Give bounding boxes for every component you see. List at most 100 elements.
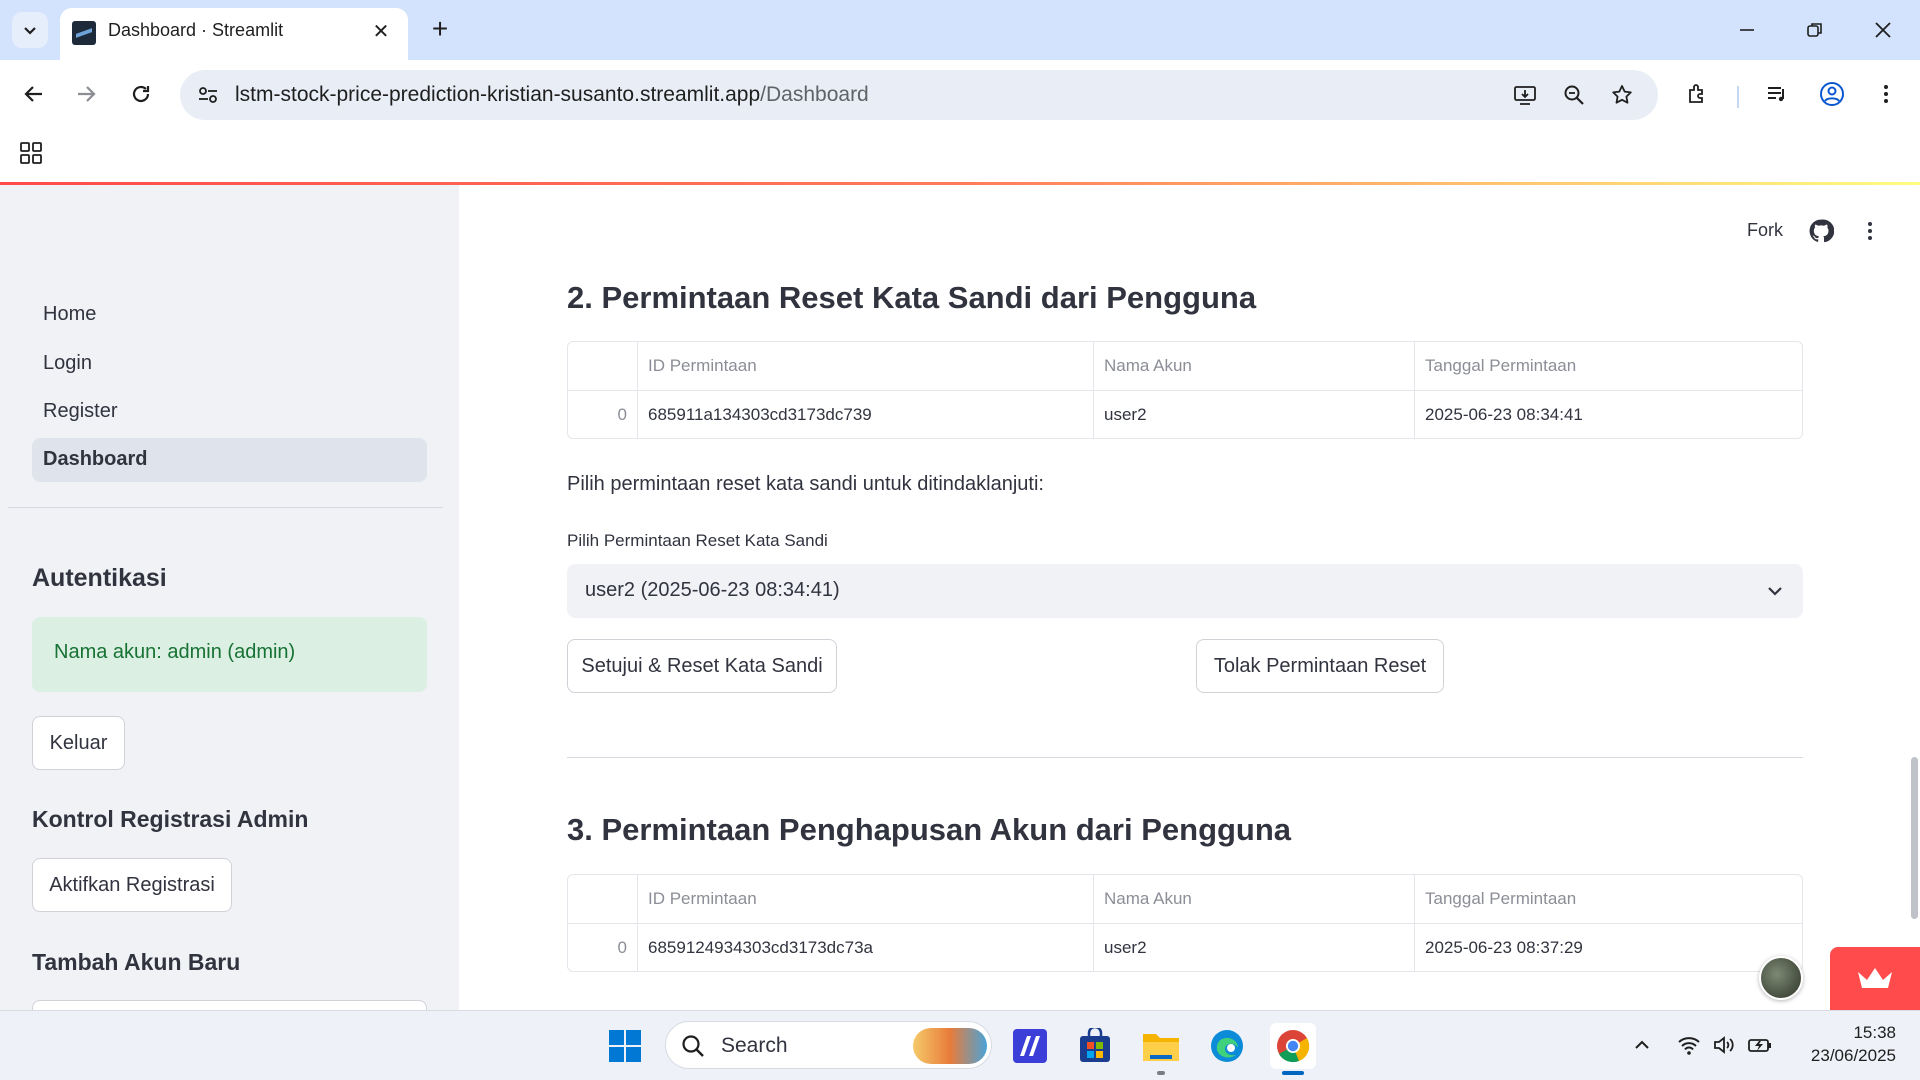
- bookmarks-bar: [0, 128, 1920, 182]
- sidebar-item-label: Dashboard: [43, 448, 148, 470]
- request-id-cell[interactable]: 685911a134303cd3173dc739: [637, 391, 1093, 439]
- url-path: /Dashboard: [760, 83, 869, 106]
- sidebar-item-login[interactable]: Login: [32, 342, 427, 386]
- browser-tab-active[interactable]: Dashboard · Streamlit ✕: [60, 8, 408, 60]
- toolbar-separator: [1737, 86, 1739, 108]
- registration-control-heading: Kontrol Registrasi Admin: [32, 806, 309, 832]
- account-circle-icon: [1820, 82, 1844, 106]
- clock-date: 23/06/2025: [1810, 1046, 1896, 1065]
- zoom-icon[interactable]: [1558, 79, 1590, 111]
- media-control-button[interactable]: [1759, 76, 1795, 112]
- column-header-request-id[interactable]: ID Permintaan: [637, 342, 1093, 390]
- profile-button[interactable]: [1814, 76, 1850, 112]
- column-header-account[interactable]: Nama Akun: [1093, 875, 1414, 923]
- logout-label: Keluar: [49, 731, 108, 754]
- reset-requests-heading: 2. Permintaan Reset Kata Sandi dari Peng…: [567, 280, 1257, 315]
- account-status-text: Nama akun: admin (admin): [54, 641, 296, 663]
- request-date-cell[interactable]: 2025-06-23 08:37:29: [1414, 924, 1804, 972]
- minimize-icon: [1740, 29, 1754, 31]
- chrome-browser-icon: [1277, 1030, 1310, 1063]
- taskbar-app-file-explorer[interactable]: [1138, 1023, 1184, 1075]
- approve-reset-button[interactable]: Setujui & Reset Kata Sandi: [567, 639, 837, 693]
- store-bag-icon: [1080, 1028, 1110, 1062]
- minimize-window-button[interactable]: [1722, 12, 1772, 48]
- search-placeholder: Search: [721, 1034, 788, 1057]
- app-menu-button[interactable]: [1857, 218, 1883, 244]
- apps-grid-icon[interactable]: [16, 138, 46, 168]
- deletion-requests-heading: 3. Permintaan Penghapusan Akun dari Peng…: [567, 812, 1292, 847]
- battery-charging-icon: [1748, 1039, 1771, 1052]
- reject-reset-button[interactable]: Tolak Permintaan Reset: [1196, 639, 1444, 693]
- taskbar-search[interactable]: Search: [665, 1021, 992, 1069]
- install-app-icon[interactable]: [1509, 79, 1541, 111]
- logout-button[interactable]: Keluar: [32, 716, 125, 770]
- sidebar-item-home[interactable]: Home: [32, 293, 427, 337]
- row-index: 0: [617, 405, 627, 424]
- running-indicator: [1157, 1071, 1165, 1075]
- taskbar-app-store[interactable]: [1072, 1023, 1118, 1069]
- more-vertical-icon: [1884, 85, 1888, 103]
- column-header-request-id[interactable]: ID Permintaan: [637, 875, 1093, 923]
- account-name-cell[interactable]: user2: [1093, 924, 1414, 972]
- creator-avatar[interactable]: [1759, 956, 1803, 1000]
- browser-menu-button[interactable]: [1868, 76, 1904, 112]
- reset-request-select[interactable]: user2 (2025-06-23 08:34:41): [567, 564, 1803, 618]
- tab-title: Dashboard · Streamlit: [108, 20, 284, 40]
- extensions-button[interactable]: [1680, 76, 1716, 112]
- table-row[interactable]: 0 685911a134303cd3173dc739 user2 2025-06…: [568, 390, 1804, 439]
- more-vertical-icon: [1868, 222, 1872, 240]
- reset-requests-table[interactable]: ID Permintaan Nama Akun Tanggal Perminta…: [567, 341, 1803, 439]
- section-divider: [567, 757, 1803, 758]
- github-icon[interactable]: [1808, 218, 1834, 244]
- approve-reset-label: Setujui & Reset Kata Sandi: [581, 654, 823, 677]
- table-header-row: ID Permintaan Nama Akun Tanggal Perminta…: [568, 875, 1802, 923]
- sidebar-item-dashboard[interactable]: Dashboard: [32, 438, 427, 482]
- column-header-date[interactable]: Tanggal Permintaan: [1414, 875, 1804, 923]
- request-id-cell[interactable]: 6859124934303cd3173dc73a: [637, 924, 1093, 972]
- close-icon: [1875, 22, 1891, 38]
- bookmark-star-icon[interactable]: [1606, 79, 1638, 111]
- reload-button[interactable]: [123, 76, 159, 112]
- volume-control[interactable]: [1710, 1031, 1738, 1059]
- taskbar-app-edge[interactable]: [1204, 1023, 1250, 1069]
- scrollbar-thumb[interactable]: [1911, 757, 1918, 919]
- new-tab-button[interactable]: +: [424, 14, 456, 46]
- column-header-date[interactable]: Tanggal Permintaan: [1414, 342, 1804, 390]
- start-button[interactable]: [602, 1023, 648, 1069]
- forward-button[interactable]: [68, 76, 104, 112]
- address-bar[interactable]: lstm-stock-price-prediction-kristian-sus…: [180, 70, 1658, 120]
- deletion-requests-table[interactable]: ID Permintaan Nama Akun Tanggal Perminta…: [567, 874, 1803, 972]
- fork-button[interactable]: Fork: [1747, 220, 1783, 241]
- streamlit-manage-app-button[interactable]: [1830, 947, 1920, 1010]
- chevron-down-icon: [24, 27, 36, 35]
- reset-select-label: Pilih Permintaan Reset Kata Sandi: [567, 531, 828, 550]
- taskbar-app-copilot[interactable]: [1007, 1023, 1053, 1069]
- enable-registration-button[interactable]: Aktifkan Registrasi: [32, 858, 232, 912]
- table-row[interactable]: 0 6859124934303cd3173dc73a user2 2025-06…: [568, 923, 1804, 972]
- back-button[interactable]: [16, 76, 52, 112]
- table-header-row: ID Permintaan Nama Akun Tanggal Perminta…: [568, 342, 1802, 390]
- arrow-left-icon: [24, 86, 42, 102]
- request-date-cell[interactable]: 2025-06-23 08:34:41: [1414, 391, 1804, 439]
- close-window-button[interactable]: [1858, 12, 1908, 48]
- sidebar-item-register[interactable]: Register: [32, 390, 427, 434]
- tray-overflow-button[interactable]: [1628, 1031, 1656, 1059]
- sidebar-item-label: Home: [43, 303, 97, 325]
- site-info-icon[interactable]: [192, 79, 224, 111]
- tab-search-button[interactable]: [12, 12, 48, 48]
- battery-status[interactable]: [1746, 1031, 1774, 1059]
- close-tab-icon[interactable]: ✕: [368, 18, 394, 44]
- column-header-account[interactable]: Nama Akun: [1093, 342, 1414, 390]
- wifi-status[interactable]: [1675, 1031, 1703, 1059]
- row-index: 0: [617, 938, 627, 957]
- clock-time: 15:38: [1853, 1023, 1896, 1042]
- system-clock[interactable]: 15:38 23/06/2025: [1811, 1021, 1896, 1067]
- add-account-form-edge[interactable]: [32, 1000, 427, 1010]
- taskbar-app-chrome[interactable]: [1270, 1023, 1316, 1075]
- active-app-indicator: [1282, 1071, 1304, 1075]
- reload-icon: [132, 85, 150, 103]
- reset-select-value: user2 (2025-06-23 08:34:41): [585, 579, 840, 601]
- restore-icon: [1807, 23, 1822, 37]
- restore-window-button[interactable]: [1790, 12, 1840, 48]
- account-name-cell[interactable]: user2: [1093, 391, 1414, 439]
